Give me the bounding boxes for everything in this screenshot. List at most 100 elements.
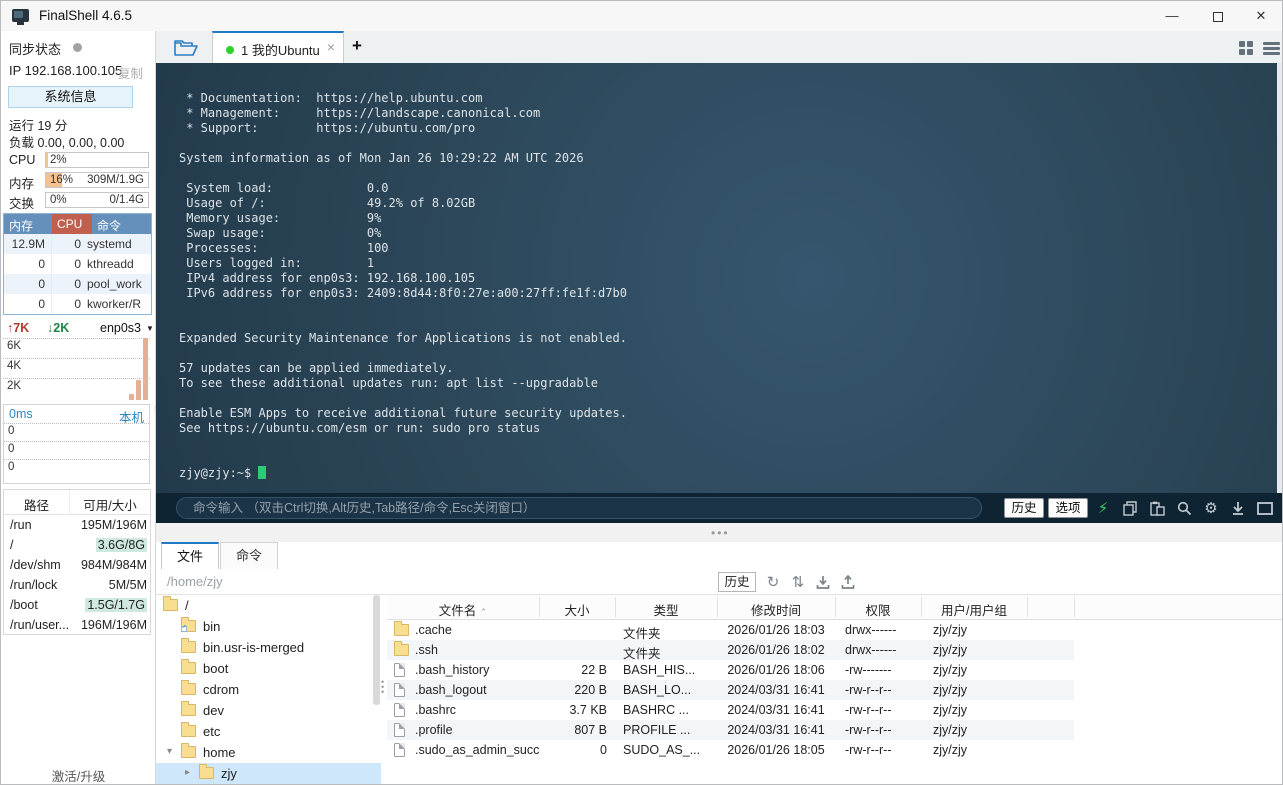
finalshell-window: FinalShell 4.6.5 — ✕ 同步状态 IP 192.168.100… [0, 0, 1283, 785]
disk-row[interactable]: /run/user... 196M/196M [4, 615, 150, 635]
tree-item-home[interactable]: ▾ home [156, 742, 381, 763]
refresh-icon[interactable]: ↻ [764, 573, 782, 591]
download-arrow-icon[interactable] [1229, 499, 1247, 517]
tree-item-boot[interactable]: boot [156, 658, 381, 679]
command-input[interactable]: 命令输入 （双击Ctrl切换,Alt历史,Tab路径/命令,Esc关闭窗口） [176, 497, 982, 519]
process-col-memory[interactable]: 内存 [4, 214, 52, 234]
tab-commands[interactable]: 命令 [220, 542, 278, 569]
connected-dot-icon [226, 46, 234, 54]
chevron-right-icon[interactable]: ▸ [185, 767, 190, 778]
interface-selector[interactable]: enp0s3 [100, 321, 154, 335]
process-col-command[interactable]: 命令 [92, 214, 151, 234]
download-icon[interactable] [814, 573, 832, 591]
disk-value: 984M/984M [80, 558, 147, 572]
tree-item-etc[interactable]: etc [156, 721, 381, 742]
file-table-col-name[interactable]: 文件名 ⌃ [387, 600, 539, 619]
load-average-label: 负载 0.00, 0.00, 0.00 [9, 136, 125, 150]
file-table-col-type[interactable]: 类型 [615, 600, 717, 619]
menu-icon[interactable] [1263, 42, 1280, 57]
upload-rate: ↑7K [7, 321, 30, 335]
cell-size: 0 [600, 743, 607, 757]
file-row[interactable]: .sudo_as_admin_succ... 0 SUDO_AS_... 2026/0… [387, 740, 1282, 760]
tree-item-zjy[interactable]: ▸ zjy [156, 763, 381, 784]
current-path[interactable]: /home/zjy [167, 574, 223, 589]
open-folder-icon[interactable] [164, 33, 210, 62]
file-table-col-perm[interactable]: 权限 [835, 600, 921, 619]
process-row[interactable]: 0 0 kworker/R [4, 294, 151, 314]
file-table-col-mtime[interactable]: 修改时间 [717, 600, 835, 619]
copy-ip-button[interactable]: 复制 [118, 63, 143, 82]
cell-size: 22 B [581, 663, 607, 677]
meter-label: CPU [9, 153, 36, 167]
cell-mtime: 2026/01/26 18:03 [727, 623, 825, 637]
process-row[interactable]: 0 0 kthreadd [4, 254, 151, 274]
file-table-col-owner[interactable]: 用户/用户组 [921, 600, 1027, 619]
process-col-cpu[interactable]: CPU [52, 214, 92, 234]
tree-item-dev[interactable]: dev [156, 700, 381, 721]
file-row[interactable]: .ssh 文件夹 2026/01/26 18:02 drwx------ zjy/zjy [387, 640, 1282, 661]
tree-item-cdrom[interactable]: cdrom [156, 679, 381, 700]
tree-scrollbar[interactable] [373, 595, 380, 705]
ping-y-label: 0 [8, 461, 15, 473]
disk-path: / [10, 538, 14, 552]
process-row[interactable]: 12.9M 0 systemd [4, 234, 151, 254]
horizontal-splitter[interactable]: ••• [156, 523, 1282, 542]
layout-grid-icon[interactable] [1239, 41, 1254, 56]
transfer-icon[interactable]: ⇅ [789, 573, 807, 591]
splitter-handle[interactable]: ••• [711, 526, 730, 540]
network-gridline: 4K [3, 358, 150, 378]
file-table-col-size[interactable]: 大小 [539, 600, 615, 619]
cell-owner: zjy/zjy [933, 643, 968, 657]
disk-usage-table: 路径 可用/大小 /run 195M/196M / 3.6G/8G/dev/shm 98… [3, 489, 151, 635]
terminal[interactable]: * Documentation: https://help.ubuntu.com… [156, 63, 1282, 493]
tree-item-root[interactable]: / [156, 595, 381, 616]
folder-icon [394, 621, 409, 636]
tree-item-bin[interactable]: bin [156, 616, 381, 637]
file-row[interactable]: .bash_history 22 B BASH_HIS... 2026/01/26 1… [387, 660, 1282, 680]
file-row[interactable]: .bashrc 3.7 KB BASHRC ... 2024/03/31 16:41 -… [387, 700, 1282, 720]
disk-row[interactable]: / 3.6G/8G [4, 535, 150, 555]
close-button[interactable]: ✕ [1238, 1, 1282, 31]
shell-prompt: zjy@zjy:~$ [179, 466, 259, 480]
file-table: 文件名 ⌃ 大小 类型 修改时间 权限 用户/用户组 .cache 文件夹 2026/01/2… [387, 595, 1282, 784]
disk-row[interactable]: /dev/shm 984M/984M [4, 555, 150, 575]
tab-files[interactable]: 文件 [161, 542, 219, 569]
copy-icon[interactable] [1121, 499, 1139, 517]
folder-icon [181, 617, 196, 632]
folder-icon [394, 641, 409, 656]
search-icon[interactable] [1175, 499, 1193, 517]
disk-col-path[interactable]: 路径 [4, 490, 70, 514]
file-row[interactable]: .bash_logout 220 B BASH_LO... 2024/03/31 16… [387, 680, 1282, 700]
tab-close-icon[interactable]: × [327, 39, 335, 55]
paste-icon[interactable] [1148, 499, 1166, 517]
tree-item-bin.usr-is-merged[interactable]: bin.usr-is-merged [156, 637, 381, 658]
maximize-button[interactable] [1195, 1, 1241, 31]
tree-item-label: / [185, 598, 189, 613]
options-button[interactable]: 选项 [1048, 498, 1088, 518]
history-button[interactable]: 历史 [1004, 498, 1044, 518]
chevron-down-icon[interactable]: ▾ [167, 746, 172, 757]
minimize-button[interactable]: — [1149, 1, 1195, 31]
disk-row[interactable]: /run 195M/196M [4, 515, 150, 535]
process-row[interactable]: 0 0 pool_work [4, 274, 151, 294]
upload-icon[interactable] [839, 573, 857, 591]
traffic-bar [143, 338, 148, 400]
meter-percent: 2% [50, 154, 67, 166]
settings-gear-icon[interactable]: ⚙ [1202, 499, 1220, 517]
quick-command-icon[interactable]: ⚡ [1094, 499, 1112, 517]
disk-row[interactable]: /boot 1.5G/1.7G [4, 595, 150, 615]
disk-row[interactable]: /run/lock 5M/5M [4, 575, 150, 595]
file-row[interactable]: .profile 807 B PROFILE ... 2024/03/31 16:41… [387, 720, 1282, 740]
tab-my-ubuntu[interactable]: 1 我的Ubuntu × [212, 31, 344, 63]
meter-label: 交换 [9, 197, 35, 211]
activate-upgrade-link[interactable]: 激活/升级 [1, 766, 156, 784]
meter-percent: 16% [50, 174, 74, 186]
disk-col-size[interactable]: 可用/大小 [70, 490, 150, 514]
terminal-scrollbar[interactable] [1277, 63, 1282, 493]
path-history-button[interactable]: 历史 [718, 572, 756, 592]
file-row[interactable]: .cache 文件夹 2026/01/26 18:03 drwx------ zjy/z… [387, 620, 1282, 641]
new-tab-button[interactable]: + [352, 36, 362, 56]
tree-item-label: etc [203, 724, 221, 739]
window-mode-icon[interactable] [1256, 499, 1274, 517]
system-info-button[interactable]: 系统信息 [8, 86, 133, 108]
